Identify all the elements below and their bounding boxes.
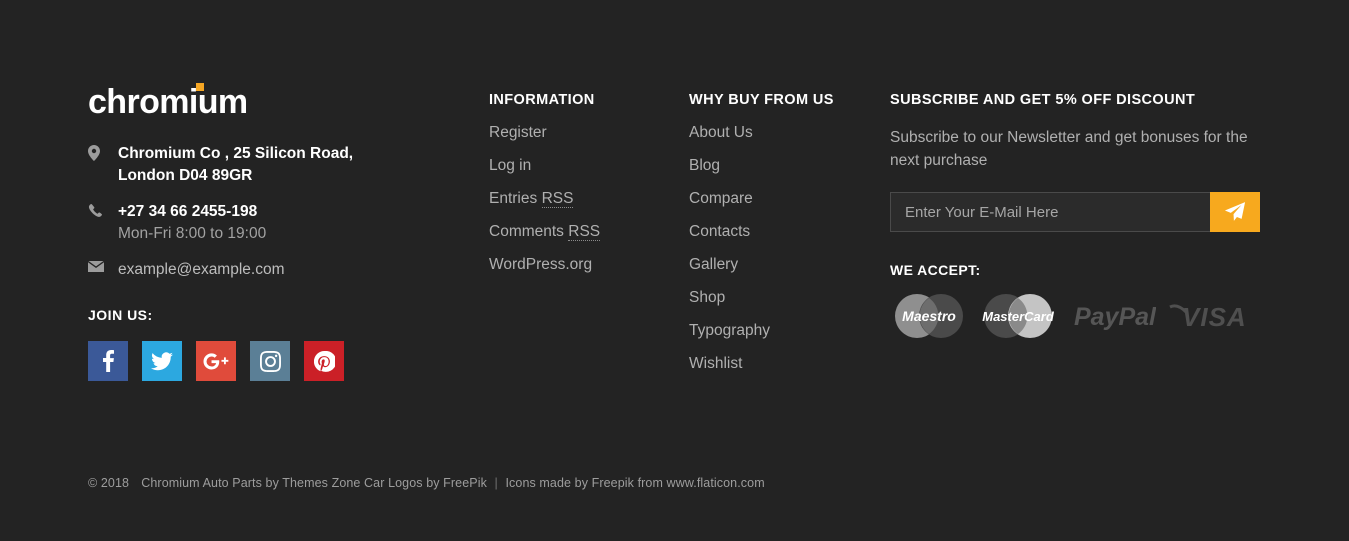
why-buy-links: About Us Blog Compare Contacts Gallery S… xyxy=(689,124,869,372)
subscribe-submit-button[interactable] xyxy=(1210,192,1260,232)
phone-icon xyxy=(88,201,118,218)
link-label: Blog xyxy=(689,157,721,175)
svg-text:Maestro: Maestro xyxy=(902,308,956,324)
contact-phone: +27 34 66 2455-198 Mon-Fri 8:00 to 19:00 xyxy=(88,201,468,245)
theme-credit: Chromium Auto Parts by Themes Zone Car L… xyxy=(141,476,487,490)
link-label: Typography xyxy=(689,322,770,340)
subscribe-title: SUBSCRIBE AND GET 5% OFF DISCOUNT xyxy=(890,92,1196,108)
payment-icon-paypal: PayPal xyxy=(1072,299,1157,338)
subscribe-column: SUBSCRIBE AND GET 5% OFF DISCOUNT Subscr… xyxy=(890,92,1270,345)
footer-bottom-bar: © 2018 Chromium Auto Parts by Themes Zon… xyxy=(88,476,765,490)
social-link-facebook[interactable] xyxy=(88,341,128,382)
link-log-in[interactable]: Log in xyxy=(489,157,669,174)
contact-address: Chromium Co , 25 Silicon Road, London D0… xyxy=(88,143,468,187)
information-links: Register Log in Entries RSS Comments RSS… xyxy=(489,124,669,273)
link-comments-rss[interactable]: Comments RSS xyxy=(489,223,669,242)
logo-accent-square xyxy=(196,83,204,91)
email-input[interactable] xyxy=(890,192,1210,232)
address-text: Chromium Co , 25 Silicon Road, London D0… xyxy=(118,143,353,187)
information-column: INFORMATION Register Log in Entries RSS … xyxy=(489,92,669,289)
contact-email: example@example.com xyxy=(88,259,468,281)
social-link-twitter[interactable] xyxy=(142,341,182,382)
link-typography[interactable]: Typography xyxy=(689,322,869,339)
we-accept-title: WE ACCEPT: xyxy=(890,262,981,278)
svg-text:VISA: VISA xyxy=(1182,302,1247,332)
link-label: Contacts xyxy=(689,223,751,241)
brand-column: chromium Chromium Co , 25 Silicon Road, … xyxy=(88,83,468,382)
pinterest-icon xyxy=(313,350,335,372)
link-gallery[interactable]: Gallery xyxy=(689,256,869,273)
social-links xyxy=(88,341,468,382)
information-title: INFORMATION xyxy=(489,92,595,108)
link-shop[interactable]: Shop xyxy=(689,289,869,306)
link-blog[interactable]: Blog xyxy=(689,157,869,174)
google-plus-icon xyxy=(203,353,229,370)
address-line-2: London D04 89GR xyxy=(118,167,253,185)
rss-abbr: RSS xyxy=(541,190,574,209)
email-address[interactable]: example@example.com xyxy=(118,259,285,281)
address-line-1: Chromium Co , 25 Silicon Road, xyxy=(118,145,354,163)
link-label: About Us xyxy=(689,124,753,141)
payment-icon-visa: VISA xyxy=(1168,299,1260,338)
payment-icon-mastercard: MasterCard xyxy=(978,292,1058,345)
link-contacts[interactable]: Contacts xyxy=(689,223,869,240)
rss-abbr: RSS xyxy=(568,223,601,242)
link-compare[interactable]: Compare xyxy=(689,190,869,207)
phone-number[interactable]: +27 34 66 2455-198 xyxy=(118,203,257,220)
site-logo[interactable]: chromium xyxy=(88,83,248,121)
why-buy-title: WHY BUY FROM US xyxy=(689,92,834,108)
phone-text: +27 34 66 2455-198 Mon-Fri 8:00 to 19:00 xyxy=(118,201,266,245)
instagram-icon xyxy=(259,350,281,372)
link-label: Entries xyxy=(489,190,542,208)
facebook-icon xyxy=(102,350,114,373)
link-label: Register xyxy=(489,124,547,141)
link-label: Wishlist xyxy=(689,355,743,373)
why-buy-column: WHY BUY FROM US About Us Blog Compare Co… xyxy=(689,92,869,388)
link-label: Log in xyxy=(489,157,532,175)
credit-separator: | xyxy=(494,476,498,490)
link-label: WordPress.org xyxy=(489,256,593,274)
link-about-us[interactable]: About Us xyxy=(689,124,869,141)
social-link-pinterest[interactable] xyxy=(304,341,344,382)
link-label: Shop xyxy=(689,289,726,307)
twitter-icon xyxy=(151,352,173,371)
link-wordpress-org[interactable]: WordPress.org xyxy=(489,256,669,273)
payment-methods: Maestro MasterCard PayPal VISA xyxy=(890,292,1270,345)
logo-text: chromium xyxy=(88,83,248,121)
svg-text:PayPal: PayPal xyxy=(1074,303,1156,331)
business-hours: Mon-Fri 8:00 to 19:00 xyxy=(118,225,267,243)
subscribe-description: Subscribe to our Newsletter and get bonu… xyxy=(890,129,1248,169)
newsletter-form xyxy=(890,192,1260,232)
link-wishlist[interactable]: Wishlist xyxy=(689,355,869,372)
site-footer: chromium Chromium Co , 25 Silicon Road, … xyxy=(0,0,1349,541)
contact-list: Chromium Co , 25 Silicon Road, London D0… xyxy=(88,143,468,281)
copyright-year: © 2018 xyxy=(88,476,130,490)
paper-plane-icon xyxy=(1224,201,1246,223)
join-us-title: JOIN US: xyxy=(88,307,153,324)
social-link-google-plus[interactable] xyxy=(196,341,236,382)
svg-text:MasterCard: MasterCard xyxy=(982,309,1055,324)
location-pin-icon xyxy=(88,143,118,162)
social-link-instagram[interactable] xyxy=(250,341,290,382)
payment-icon-maestro: Maestro xyxy=(890,292,968,345)
link-entries-rss[interactable]: Entries RSS xyxy=(489,190,669,209)
icons-credit: Icons made by Freepik from www.flaticon.… xyxy=(505,476,765,490)
link-register[interactable]: Register xyxy=(489,124,669,141)
link-label: Compare xyxy=(689,190,753,208)
envelope-icon xyxy=(88,259,118,273)
link-label: Gallery xyxy=(689,256,739,274)
link-label: Comments xyxy=(489,223,569,241)
